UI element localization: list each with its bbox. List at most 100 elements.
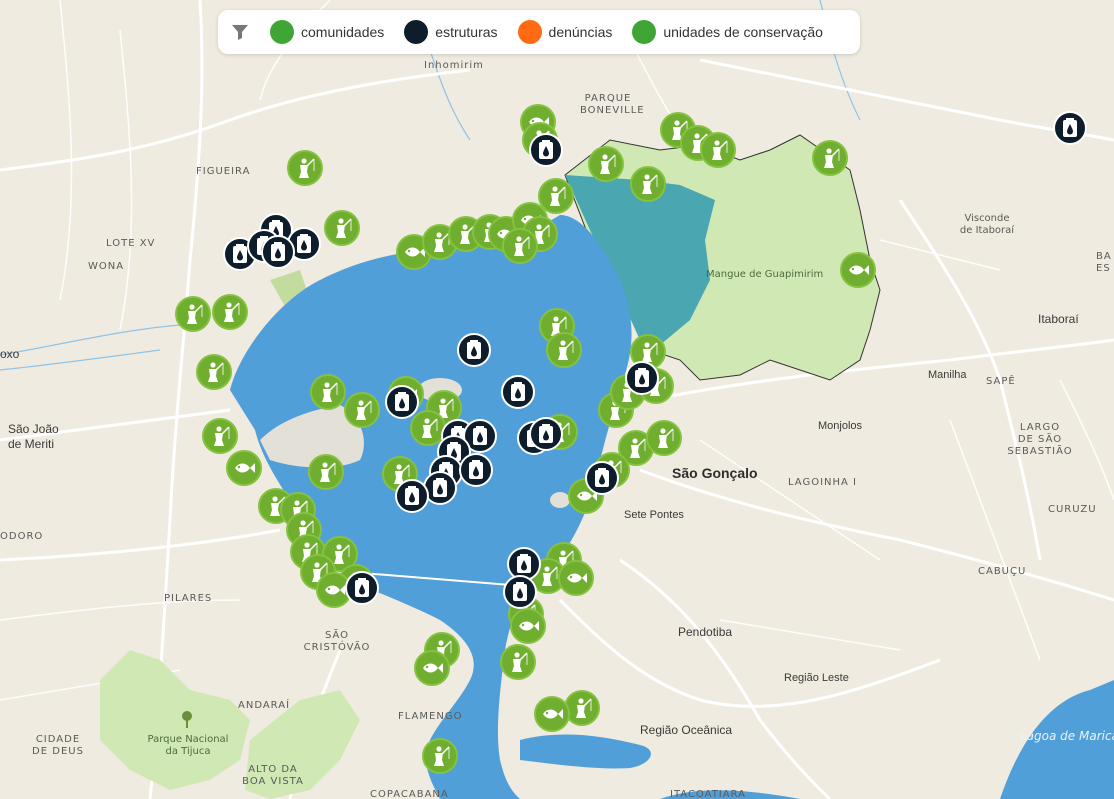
estrutura-marker[interactable] [503, 575, 537, 609]
label-text: Visconde [964, 213, 1010, 224]
place-label: Parque Nacional da Tijuca [140, 734, 236, 758]
place-label: FLAMENGO [398, 711, 462, 723]
comunidade-marker-fish[interactable] [840, 252, 876, 288]
place-label: Região Leste [784, 672, 849, 684]
label-text: ES [1096, 263, 1111, 274]
comunidade-marker-fish[interactable] [414, 650, 450, 686]
oil-drop-icon [595, 468, 609, 487]
comunidade-marker-fish[interactable] [226, 450, 262, 486]
label-text: ALTO DA [248, 764, 298, 775]
map[interactable]: Inhomirim PARQUE BONEVILLE FIGUEIRA LOTE … [0, 0, 1114, 799]
map-basemap [0, 0, 1114, 799]
estrutura-marker[interactable] [345, 571, 379, 605]
estrutura-marker[interactable] [529, 133, 563, 167]
label-text: CABUÇU [978, 566, 1027, 577]
place-label: São Gonçalo [672, 466, 758, 480]
oil-drop-icon [539, 140, 553, 159]
oil-drop-icon [271, 242, 285, 261]
legend-bar: comunidades estruturas denúncias unidade… [218, 10, 860, 54]
legend-item-unidades-de-conservacao[interactable]: unidades de conservação [632, 20, 823, 44]
place-label: Monjolos [818, 420, 862, 432]
comunidade-marker-fish[interactable] [510, 608, 546, 644]
legend-dot [632, 20, 657, 44]
place-label: PILARES [164, 593, 212, 605]
fisherman-icon [224, 302, 240, 322]
comunidade-marker-fisherman[interactable] [212, 294, 248, 330]
oil-drop-icon [513, 582, 527, 601]
estrutura-marker[interactable] [395, 479, 429, 513]
filter-button[interactable] [218, 10, 262, 54]
legend-item-comunidades[interactable]: comunidades [270, 20, 384, 44]
label-text: WONA [88, 261, 125, 272]
comunidade-marker-fisherman[interactable] [287, 150, 323, 186]
label-text: Manilha [928, 369, 967, 381]
comunidade-marker-fisherman[interactable] [344, 392, 380, 428]
oil-drop-icon [1063, 118, 1077, 137]
fisherman-icon [320, 462, 336, 482]
label-text: BONEVILLE [580, 105, 645, 116]
place-label: Inhomirim [424, 60, 484, 72]
comunidade-marker-fish[interactable] [558, 560, 594, 596]
comunidade-marker-fish[interactable] [534, 696, 570, 732]
place-label: CIDADE DE DEUS [28, 734, 88, 758]
comunidade-marker-fisherman[interactable] [546, 332, 582, 368]
comunidade-marker-fisherman[interactable] [564, 690, 600, 726]
legend-item-denuncias[interactable]: denúncias [517, 20, 613, 44]
comunidade-marker-fisherman[interactable] [646, 420, 682, 456]
fisherman-icon [600, 154, 616, 174]
comunidade-marker-fisherman[interactable] [500, 644, 536, 680]
comunidade-marker-fisherman[interactable] [202, 418, 238, 454]
estrutura-marker[interactable] [261, 235, 295, 269]
fish-icon [849, 265, 869, 275]
label-text: BA [1096, 251, 1112, 262]
label-text: de Meriti [8, 437, 55, 451]
label-text: de Itaboraí [959, 225, 1015, 236]
legend-label: unidades de conservação [663, 24, 823, 40]
estrutura-marker[interactable] [457, 333, 491, 367]
legend-dot [404, 20, 429, 44]
legend-label: denúncias [548, 24, 613, 40]
estrutura-marker[interactable] [529, 417, 563, 451]
place-label: CABUÇU [978, 566, 1026, 578]
label-text: PILARES [164, 593, 213, 604]
estrutura-marker[interactable] [1053, 111, 1087, 145]
fisherman-icon [712, 140, 728, 160]
estrutura-marker[interactable] [501, 375, 535, 409]
oil-drop-icon [511, 382, 525, 401]
comunidade-marker-fisherman[interactable] [310, 374, 346, 410]
place-label: Itaboraí [1038, 313, 1079, 325]
oil-drop-icon [467, 340, 481, 359]
estrutura-marker[interactable] [585, 461, 619, 495]
place-label: Lagoa de Marica [1020, 730, 1114, 742]
comunidade-marker-fisherman[interactable] [196, 354, 232, 390]
label-text: CRISTÓVÃO [303, 642, 371, 653]
fisherman-icon [512, 652, 528, 672]
comunidade-marker-fisherman[interactable] [700, 132, 736, 168]
comunidade-marker-fisherman[interactable] [422, 738, 458, 774]
comunidade-marker-fisherman[interactable] [502, 228, 538, 264]
comunidade-marker-fisherman[interactable] [324, 210, 360, 246]
oil-drop-icon [355, 578, 369, 597]
label-text: COPACABANA [370, 789, 449, 799]
label-text: Região Oceânica [640, 723, 733, 737]
comunidade-marker-fisherman[interactable] [812, 140, 848, 176]
comunidade-marker-fisherman[interactable] [175, 296, 211, 332]
comunidade-marker-fisherman[interactable] [588, 146, 624, 182]
label-text: CIDADE [35, 734, 81, 745]
label-text: PARQUE [584, 93, 632, 104]
fisherman-icon [642, 174, 658, 194]
estrutura-marker[interactable] [385, 385, 419, 419]
place-label: Visconde de Itaboraí [952, 213, 1022, 237]
place-label: São João de Meriti [8, 422, 59, 452]
label-text: BOA VISTA [242, 776, 304, 787]
comunidade-marker-fisherman[interactable] [630, 166, 666, 202]
fisherman-icon [542, 566, 558, 586]
estrutura-marker[interactable] [625, 361, 659, 395]
label-text: FLAMENGO [398, 711, 463, 722]
estrutura-marker[interactable] [459, 453, 493, 487]
legend-item-estruturas[interactable]: estruturas [404, 20, 498, 44]
comunidade-marker-fisherman[interactable] [308, 454, 344, 490]
label-text: Sete Pontes [624, 509, 684, 521]
place-label: Pendotiba [678, 626, 732, 638]
label-text: FIGUEIRA [196, 166, 251, 177]
